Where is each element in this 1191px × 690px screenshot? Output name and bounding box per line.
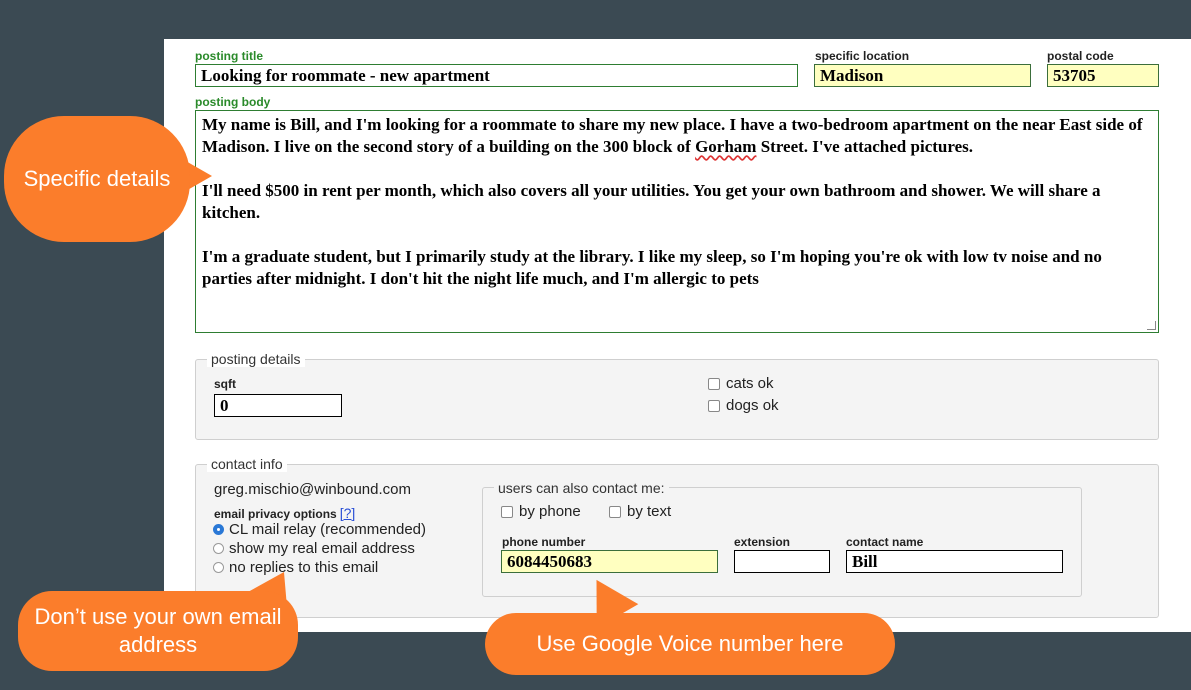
body-paragraph-1: My name is Bill, and I'm looking for a r…	[202, 115, 1143, 156]
extension-input[interactable]	[734, 550, 830, 573]
callout-specific-details: Specific details	[4, 116, 190, 242]
radio-no-replies[interactable]: no replies to this email	[213, 559, 378, 576]
radio-label: show my real email address	[229, 540, 415, 557]
posting-title-input[interactable]: Looking for roommate - new apartment	[195, 64, 798, 87]
checkbox-icon	[501, 505, 513, 518]
specific-location-input[interactable]: Madison	[814, 64, 1031, 87]
resize-handle[interactable]	[1147, 321, 1156, 330]
radio-selected-icon	[213, 524, 224, 535]
by-phone-label: by phone	[519, 503, 581, 520]
callout-phone-tip: Use Google Voice number here	[485, 613, 895, 675]
body-paragraph-3: I'm a graduate student, but I primarily …	[202, 247, 1102, 288]
radio-show-real-email[interactable]: show my real email address	[213, 540, 415, 557]
phone-number-input[interactable]: 6084450683	[501, 550, 718, 573]
radio-icon	[213, 543, 224, 554]
also-contact-legend: users can also contact me:	[494, 480, 669, 496]
sqft-label: sqft	[214, 377, 236, 391]
posting-details-legend: posting details	[207, 351, 305, 367]
cats-ok-checkbox[interactable]: cats ok	[708, 375, 774, 392]
extension-label: extension	[734, 535, 791, 549]
phone-number-label: phone number	[502, 535, 586, 549]
contact-name-label: contact name	[846, 535, 924, 549]
account-email: greg.mischio@winbound.com	[214, 481, 411, 498]
by-text-label: by text	[627, 503, 672, 520]
checkbox-icon	[609, 505, 621, 518]
callout-email-tip: Don’t use your own email address	[18, 591, 298, 671]
postal-code-label: postal code	[1047, 49, 1114, 63]
posting-body-textarea[interactable]: My name is Bill, and I'm looking for a r…	[195, 110, 1159, 333]
privacy-help-link[interactable]: [?]	[340, 505, 356, 521]
radio-label: no replies to this email	[229, 559, 379, 576]
checkbox-icon	[708, 399, 720, 412]
posting-body-label: posting body	[195, 95, 271, 109]
contact-name-input[interactable]: Bill	[846, 550, 1063, 573]
radio-label: CL mail relay (recommended)	[229, 521, 427, 538]
postal-code-input[interactable]: 53705	[1047, 64, 1159, 87]
posting-title-label: posting title	[195, 49, 263, 63]
email-privacy-label: email privacy options [?]	[214, 505, 356, 521]
sqft-input[interactable]: 0	[214, 394, 342, 417]
contact-info-legend: contact info	[207, 456, 287, 472]
checkbox-icon	[708, 377, 720, 390]
cats-ok-label: cats ok	[726, 375, 774, 392]
dogs-ok-label: dogs ok	[726, 397, 779, 414]
radio-cl-mail-relay[interactable]: CL mail relay (recommended)	[213, 521, 426, 538]
body-paragraph-2: I'll need $500 in rent per month, which …	[202, 181, 1101, 222]
spellcheck-word: Gorham	[695, 137, 757, 156]
specific-location-label: specific location	[815, 49, 910, 63]
radio-icon	[213, 562, 224, 573]
by-text-checkbox[interactable]: by text	[609, 503, 671, 520]
dogs-ok-checkbox[interactable]: dogs ok	[708, 397, 779, 414]
by-phone-checkbox[interactable]: by phone	[501, 503, 581, 520]
